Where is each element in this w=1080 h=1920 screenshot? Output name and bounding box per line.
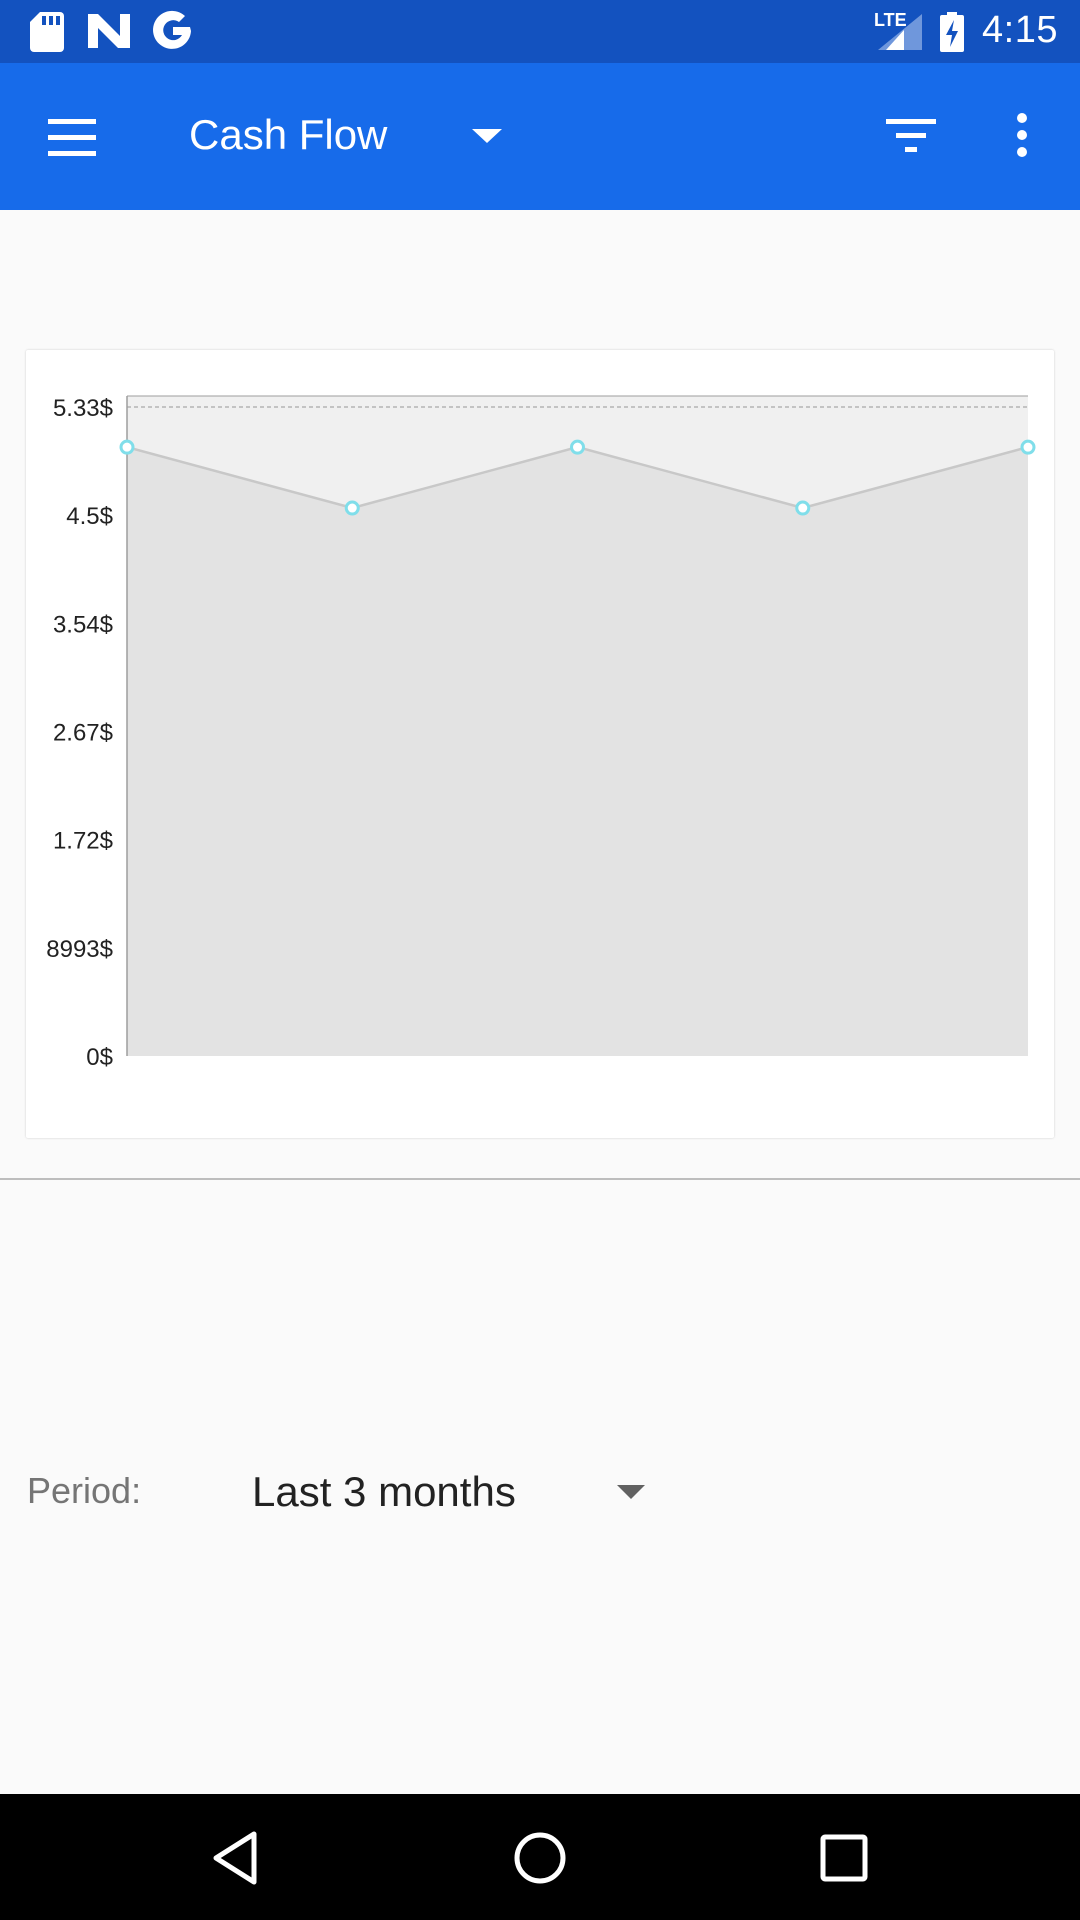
home-icon[interactable] (508, 1826, 572, 1890)
title-dropdown-caret-icon[interactable] (470, 127, 504, 145)
y-tick-label: 4.5$ (66, 503, 113, 530)
chevron-down-icon (617, 1485, 645, 1499)
period-label: Period: (27, 1470, 142, 1511)
google-icon (153, 10, 191, 49)
y-tick-label: 5.33$ (53, 395, 113, 422)
cash-flow-chart: 0$ 8993$ 1.72$ 2.67$ 3.54$ 4.5$ 5.33$ (46, 395, 1036, 1071)
battery-charging-icon (940, 12, 964, 52)
y-tick-label: 1.72$ (53, 828, 113, 855)
data-point[interactable] (344, 500, 360, 516)
filter-icon[interactable] (886, 115, 936, 155)
data-point[interactable] (795, 500, 811, 516)
sd-card-icon (30, 12, 64, 52)
y-tick-label: 8993$ (46, 936, 113, 963)
y-tick-label: 2.67$ (53, 720, 113, 747)
data-point[interactable] (1020, 439, 1036, 455)
section-divider (0, 1178, 1080, 1180)
more-vert-icon[interactable] (1010, 111, 1034, 159)
data-point[interactable] (570, 439, 585, 455)
lte-signal-icon (878, 14, 922, 50)
y-tick-label: 0$ (86, 1044, 113, 1071)
status-time: 4:15 (982, 9, 1058, 51)
recents-icon[interactable] (812, 1826, 876, 1890)
period-value: Last 3 months (252, 1468, 516, 1515)
y-tick-label: 3.54$ (53, 611, 113, 638)
period-select[interactable]: Last 3 months (240, 1450, 660, 1530)
page-title[interactable]: Cash Flow (189, 111, 387, 159)
series-area (127, 447, 1028, 1057)
navigation-bar (0, 1794, 1080, 1920)
n-notification-icon (88, 14, 130, 48)
back-icon[interactable] (204, 1826, 268, 1890)
menu-icon[interactable] (44, 113, 100, 163)
status-bar: LTE 4:15 (0, 0, 1080, 63)
app-bar: Cash Flow (0, 63, 1080, 210)
chart-card: 0$ 8993$ 1.72$ 2.67$ 3.54$ 4.5$ 5.33$ (26, 350, 1054, 1138)
y-tick-labels: 0$ 8993$ 1.72$ 2.67$ 3.54$ 4.5$ 5.33$ (46, 395, 113, 1071)
data-point[interactable] (119, 439, 135, 455)
